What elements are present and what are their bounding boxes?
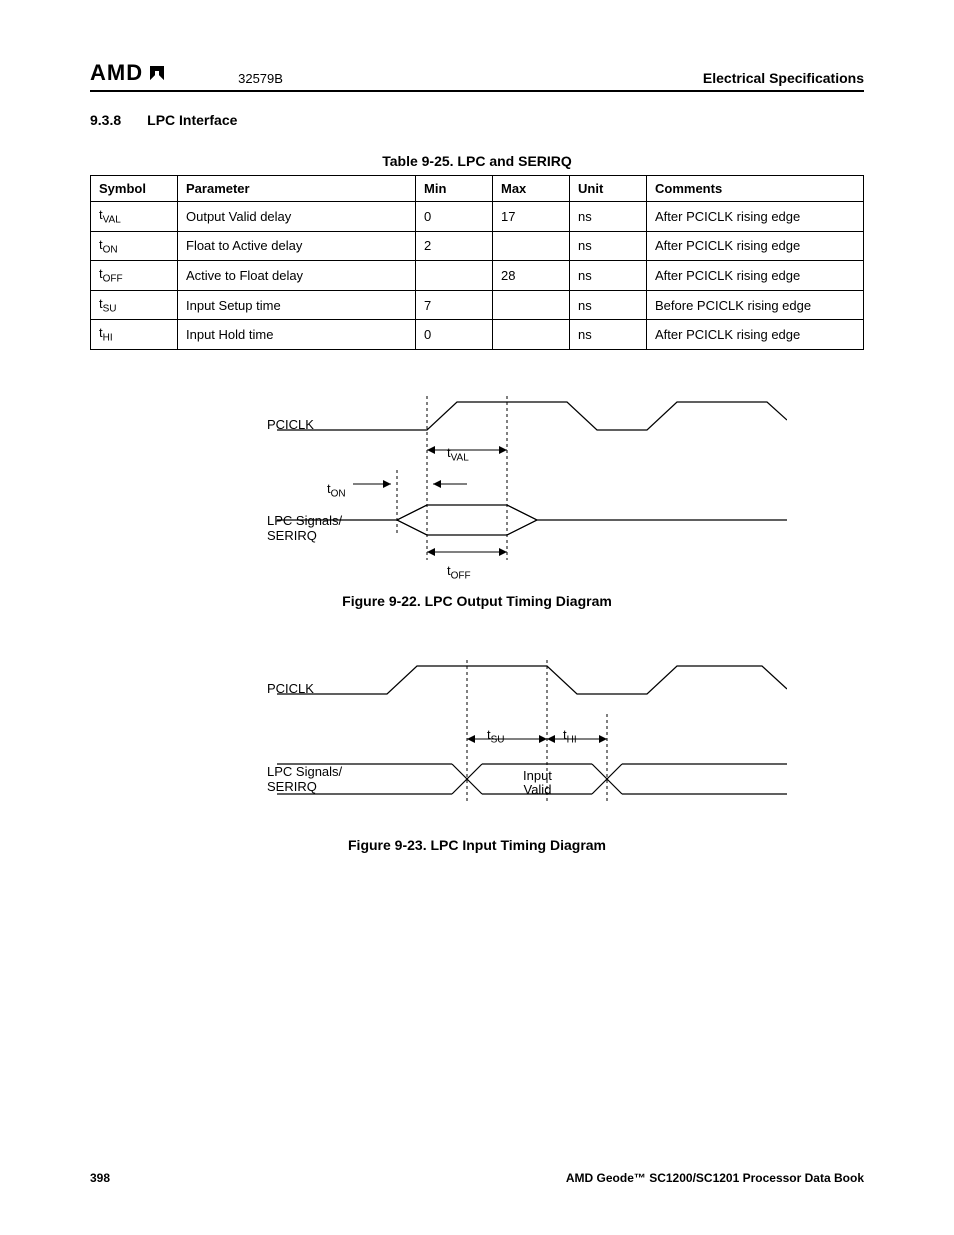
col-parameter: Parameter <box>178 176 416 202</box>
col-comments: Comments <box>647 176 864 202</box>
cell-symbol: tHI <box>91 320 178 350</box>
fig2-thi-label: tHI <box>563 727 577 746</box>
cell-parameter: Active to Float delay <box>178 261 416 291</box>
section-number: 9.3.8 <box>90 112 121 128</box>
amd-logo: AMD <box>90 60 168 86</box>
col-max: Max <box>493 176 570 202</box>
amd-logo-text: AMD <box>90 60 143 86</box>
fig1-ton-label: tON <box>327 481 346 500</box>
cell-parameter: Input Setup time <box>178 290 416 320</box>
cell-min: 0 <box>416 202 493 232</box>
doc-id: 32579B <box>238 71 283 86</box>
cell-unit: ns <box>570 320 647 350</box>
cell-max <box>493 231 570 261</box>
page-header: AMD 32579B Electrical Specifications <box>90 60 864 92</box>
cell-comments: After PCICLK rising edge <box>647 231 864 261</box>
cell-unit: ns <box>570 202 647 232</box>
cell-unit: ns <box>570 261 647 291</box>
cell-symbol: tON <box>91 231 178 261</box>
fig1-pciclk-label: PCICLK <box>267 417 314 432</box>
table-row: tOFFActive to Float delay 28nsAfter PCICL… <box>91 261 864 291</box>
cell-comments: After PCICLK rising edge <box>647 320 864 350</box>
table-row: tONFloat to Active delay2 nsAfter PCICLK … <box>91 231 864 261</box>
amd-arrow-icon <box>146 62 168 84</box>
cell-parameter: Output Valid delay <box>178 202 416 232</box>
cell-symbol: tOFF <box>91 261 178 291</box>
page-footer: 398 AMD Geode™ SC1200/SC1201 Processor D… <box>90 1170 864 1185</box>
cell-parameter: Float to Active delay <box>178 231 416 261</box>
cell-max: 28 <box>493 261 570 291</box>
header-section-title: Electrical Specifications <box>703 70 864 86</box>
cell-min <box>416 261 493 291</box>
figure-9-23-caption: Figure 9-23. LPC Input Timing Diagram <box>90 837 864 853</box>
fig2-tsu-label: tSU <box>487 727 505 746</box>
cell-max <box>493 320 570 350</box>
figure-9-22-caption: Figure 9-22. LPC Output Timing Diagram <box>90 593 864 609</box>
col-symbol: Symbol <box>91 176 178 202</box>
book-title: AMD Geode™ SC1200/SC1201 Processor Data … <box>566 1171 864 1185</box>
figure-9-23: PCICLK tSU tHI LPC Signals/SERIRQ InputV… <box>167 654 787 819</box>
fig1-toff-label: tOFF <box>447 563 471 582</box>
cell-parameter: Input Hold time <box>178 320 416 350</box>
fig1-tval-label: tVAL <box>447 445 469 464</box>
section-heading: 9.3.8 LPC Interface <box>90 112 864 128</box>
section-name: LPC Interface <box>147 112 237 128</box>
fig2-pciclk-label: PCICLK <box>267 681 314 696</box>
cell-max <box>493 290 570 320</box>
table-row: tSUInput Setup time7 nsBefore PCICLK risi… <box>91 290 864 320</box>
cell-comments: After PCICLK rising edge <box>647 202 864 232</box>
fig1-signals-label: LPC Signals/SERIRQ <box>267 513 342 543</box>
figure-9-22: PCICLK tVAL tON LPC Signals/SERIRQ tOFF <box>167 390 787 575</box>
cell-comments: Before PCICLK rising edge <box>647 290 864 320</box>
table-row: tHIInput Hold time0 nsAfter PCICLK rising… <box>91 320 864 350</box>
fig2-signals-label: LPC Signals/SERIRQ <box>267 764 342 794</box>
cell-symbol: tVAL <box>91 202 178 232</box>
table-row: tVALOutput Valid delay017nsAfter PCICLK … <box>91 202 864 232</box>
page-number: 398 <box>90 1171 110 1185</box>
cell-comments: After PCICLK rising edge <box>647 261 864 291</box>
cell-symbol: tSU <box>91 290 178 320</box>
cell-unit: ns <box>570 290 647 320</box>
cell-min: 7 <box>416 290 493 320</box>
cell-unit: ns <box>570 231 647 261</box>
col-min: Min <box>416 176 493 202</box>
cell-min: 0 <box>416 320 493 350</box>
cell-max: 17 <box>493 202 570 232</box>
cell-min: 2 <box>416 231 493 261</box>
table-caption: Table 9-25. LPC and SERIRQ <box>90 153 864 169</box>
col-unit: Unit <box>570 176 647 202</box>
fig2-input-valid-label: InputValid <box>523 769 552 796</box>
lpc-serirq-table: Symbol Parameter Min Max Unit Comments t… <box>90 175 864 350</box>
